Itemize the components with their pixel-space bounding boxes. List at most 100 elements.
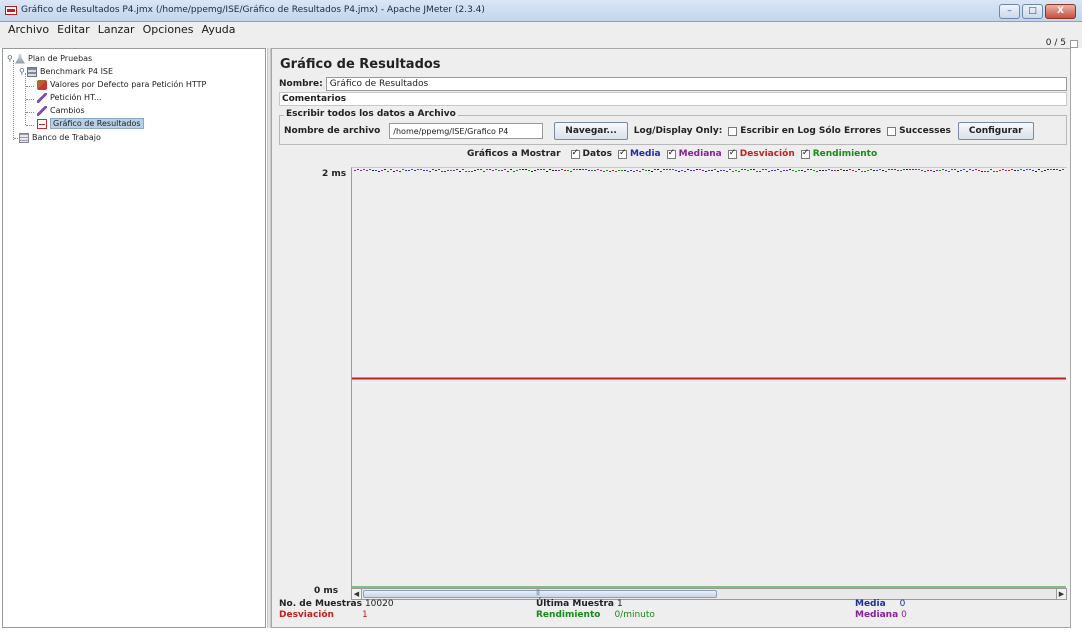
errors-only-checkbox[interactable]	[728, 126, 738, 136]
data-option-label: Datos	[582, 149, 612, 159]
menu-editar[interactable]: Editar	[57, 22, 90, 38]
flask-icon	[15, 53, 25, 64]
data-sample-point	[459, 171, 461, 172]
data-sample-point	[567, 170, 569, 171]
throughput-checkbox[interactable]	[800, 148, 810, 159]
data-sample-point	[846, 170, 848, 171]
log-display-only-label: Log/Display Only:	[634, 126, 723, 136]
data-sample-point	[750, 169, 752, 170]
data-sample-point	[963, 169, 965, 170]
data-sample-point	[471, 171, 473, 172]
data-sample-point	[1002, 169, 1004, 170]
data-sample-point	[945, 170, 947, 171]
data-sample-point	[1011, 169, 1013, 170]
tree-node-workbench[interactable]: Banco de Trabajo	[19, 131, 101, 144]
data-sample-point	[669, 169, 671, 170]
tree-node-http-request[interactable]: Petición HT...	[37, 91, 102, 104]
comments-field[interactable]: Comentarios	[279, 92, 1067, 106]
tree-node-thread-group[interactable]: ⚲ Benchmark P4 ISE	[19, 65, 113, 78]
configure-button[interactable]: Configurar	[957, 122, 1034, 140]
tree-node-graph-results[interactable]: Gráfico de Resultados	[37, 117, 144, 130]
name-field[interactable]	[325, 76, 1067, 91]
scroll-right-icon[interactable]: ▶	[1056, 589, 1066, 599]
data-sample-point	[1044, 170, 1046, 171]
tree-node-http-defaults[interactable]: Valores por Defecto para Petición HTTP	[37, 78, 206, 91]
successes-checkbox[interactable]	[887, 126, 897, 136]
data-sample-point	[594, 170, 596, 171]
maximize-button[interactable]: □	[1022, 4, 1043, 19]
data-sample-point	[747, 170, 749, 171]
data-sample-point	[861, 171, 863, 172]
data-sample-point	[711, 170, 713, 171]
stat-average: Media 0	[855, 599, 905, 609]
median-option-label: Mediana	[678, 149, 722, 159]
data-sample-point	[804, 171, 806, 172]
data-sample-point	[543, 169, 545, 170]
graph-option-data[interactable]: Datos	[570, 148, 612, 159]
data-sample-point	[912, 169, 914, 170]
data-sample-point	[372, 170, 374, 171]
data-sample-point	[690, 170, 692, 171]
close-button[interactable]: X	[1045, 4, 1076, 19]
data-sample-point	[648, 170, 650, 171]
graph-option-median[interactable]: Mediana	[666, 148, 722, 159]
data-sample-point	[759, 171, 761, 172]
data-sample-point	[615, 171, 617, 172]
data-sample-point	[798, 170, 800, 171]
expand-toggle-icon[interactable]: ⚲	[7, 54, 15, 63]
menu-lanzar[interactable]: Lanzar	[98, 22, 135, 38]
data-sample-point	[966, 171, 968, 172]
data-sample-point	[786, 170, 788, 171]
data-sample-point	[1035, 171, 1037, 172]
data-sample-point	[678, 171, 680, 172]
samples-value: 10020	[364, 599, 394, 609]
filename-input[interactable]	[389, 123, 544, 139]
data-sample-point	[729, 169, 731, 170]
data-sample-point	[918, 169, 920, 170]
data-sample-point	[1029, 169, 1031, 170]
data-sample-point	[792, 170, 794, 171]
scroll-thumb[interactable]	[363, 589, 717, 598]
median-checkbox[interactable]	[666, 148, 676, 159]
graph-option-average[interactable]: Media	[617, 148, 661, 159]
average-option-label: Media	[629, 149, 661, 159]
data-sample-point	[939, 170, 941, 171]
data-sample-point	[489, 169, 491, 170]
data-sample-point	[456, 169, 458, 170]
menu-opciones[interactable]: Opciones	[143, 22, 194, 38]
successes-option[interactable]: Successes	[887, 126, 951, 136]
data-sample-point	[621, 170, 623, 171]
data-sample-point	[474, 170, 476, 171]
data-sample-point	[528, 170, 530, 171]
data-sample-point	[603, 171, 605, 172]
tree-node-test-plan[interactable]: ⚲ Plan de Pruebas	[7, 52, 92, 65]
deviation-checkbox[interactable]	[727, 148, 737, 159]
data-sample-point	[825, 170, 827, 171]
average-checkbox[interactable]	[617, 148, 627, 159]
menu-ayuda[interactable]: Ayuda	[202, 22, 236, 38]
errors-only-option[interactable]: Escribir en Log Sólo Errores	[728, 126, 881, 136]
data-sample-point	[657, 169, 659, 170]
window-title-bar[interactable]: Gráfico de Resultados P4.jmx (/home/ppem…	[0, 0, 1082, 22]
data-sample-point	[630, 170, 632, 171]
browse-button[interactable]: Navegar...	[554, 122, 628, 140]
data-checkbox[interactable]	[570, 148, 580, 159]
data-sample-point	[507, 171, 509, 172]
data-sample-point	[579, 169, 581, 170]
graph-option-deviation[interactable]: Desviación	[727, 148, 795, 159]
scroll-left-icon[interactable]: ◀	[352, 589, 362, 599]
minimize-button[interactable]: –	[999, 4, 1020, 19]
data-sample-point	[624, 170, 626, 171]
data-sample-point	[969, 169, 971, 170]
test-plan-tree[interactable]: ⚲ Plan de Pruebas ⚲ Benchmark P4 ISE Val…	[2, 48, 266, 628]
data-sample-point	[687, 169, 689, 170]
graph-option-throughput[interactable]: Rendimiento	[800, 148, 877, 159]
data-sample-point	[498, 170, 500, 171]
expand-toggle-icon[interactable]: ⚲	[19, 67, 27, 76]
name-label: Nombre:	[279, 78, 323, 89]
data-sample-point	[810, 169, 812, 170]
menu-archivo[interactable]: Archivo	[8, 22, 49, 38]
data-sample-point	[900, 170, 902, 171]
comments-label: Comentarios	[282, 94, 347, 104]
tree-node-cambios[interactable]: Cambios	[37, 104, 85, 117]
